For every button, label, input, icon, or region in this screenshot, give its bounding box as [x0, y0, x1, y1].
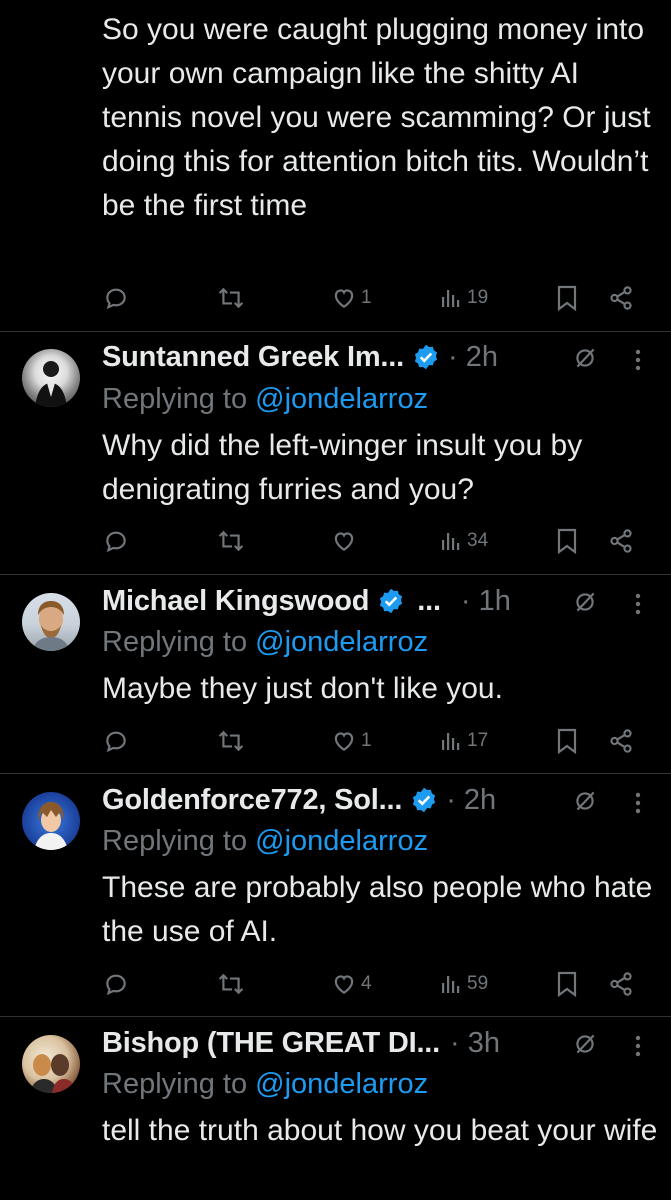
repost-button[interactable]: [216, 721, 250, 761]
display-name[interactable]: Michael Kingswood: [102, 585, 369, 618]
share-button[interactable]: [608, 721, 634, 761]
divider: [0, 574, 671, 575]
share-button[interactable]: [608, 521, 634, 561]
like-icon: [334, 289, 354, 308]
repost-icon: [218, 287, 244, 309]
repost-icon: [218, 730, 244, 752]
verified-badge-icon: [414, 344, 438, 370]
handle-link[interactable]: @jondelarroz: [255, 626, 428, 658]
divider: [0, 331, 671, 332]
verified-badge-icon: [380, 588, 403, 614]
like-icon: [334, 732, 354, 751]
avatar[interactable]: [22, 792, 80, 850]
grok-icon[interactable]: [572, 1031, 598, 1057]
views-icon: [442, 533, 460, 550]
like-button[interactable]: 1: [331, 721, 372, 761]
views-icon: [442, 733, 460, 750]
reply-icon: [106, 531, 126, 553]
more-icon[interactable]: [635, 348, 641, 372]
handle-link[interactable]: @jondelarroz: [255, 383, 428, 415]
views-icon: [442, 290, 460, 307]
share-icon: [610, 529, 632, 553]
tweet-actions: 4 59: [0, 964, 671, 1004]
reply-icon: [106, 731, 126, 753]
timestamp[interactable]: · 2h: [448, 341, 498, 374]
replying-to: Replying to @jondelarroz: [102, 383, 429, 415]
divider: [0, 773, 671, 774]
bookmark-button[interactable]: [556, 964, 578, 1004]
bookmark-button[interactable]: [556, 521, 578, 561]
tweet-text: Why did the left-winger insult you by de…: [102, 429, 583, 506]
divider: [0, 1016, 671, 1017]
views-button[interactable]: 59: [441, 964, 488, 1004]
like-icon: [334, 532, 354, 551]
avatar[interactable]: [22, 593, 80, 651]
more-icon[interactable]: [635, 1034, 641, 1058]
views-button[interactable]: 34: [441, 521, 488, 561]
bookmark-button[interactable]: [556, 278, 578, 318]
reply-button[interactable]: [103, 521, 133, 561]
bookmark-icon: [557, 728, 577, 754]
bookmark-icon: [557, 285, 577, 311]
reply-button[interactable]: [103, 721, 133, 761]
repost-button[interactable]: [216, 278, 250, 318]
name-overflow: ...: [417, 584, 441, 617]
like-icon: [334, 975, 354, 994]
handle-link[interactable]: @jondelarroz: [255, 1068, 428, 1100]
tweet-actions: 1 19: [0, 278, 671, 318]
repost-button[interactable]: [216, 521, 250, 561]
repost-icon: [218, 530, 244, 552]
tweet-text: tell the truth about how you beat your w…: [102, 1114, 658, 1147]
replying-to: Replying to @jondelarroz: [102, 825, 429, 857]
timestamp[interactable]: · 2h: [446, 784, 496, 817]
share-button[interactable]: [608, 964, 634, 1004]
share-icon: [610, 972, 632, 996]
like-button[interactable]: [331, 521, 361, 561]
share-icon: [610, 729, 632, 753]
tweet-text: These are probably also people who hate …: [102, 871, 653, 948]
bookmark-button[interactable]: [556, 721, 578, 761]
like-button[interactable]: 4: [331, 964, 372, 1004]
timestamp[interactable]: · 1h: [461, 585, 511, 618]
more-icon[interactable]: [635, 791, 641, 815]
tweet-actions: 1 17: [0, 721, 671, 761]
tweet-text: Maybe they just don't like you.: [102, 672, 503, 705]
replying-to: Replying to @jondelarroz: [102, 1068, 429, 1100]
display-name[interactable]: Bishop (THE GREAT DI...: [102, 1027, 440, 1060]
tweet-text: So you were caught plugging money into y…: [102, 13, 651, 222]
more-icon[interactable]: [635, 592, 641, 616]
reply-icon: [106, 974, 126, 996]
views-icon: [442, 976, 460, 993]
reply-button[interactable]: [103, 964, 133, 1004]
views-button[interactable]: 17: [441, 721, 488, 761]
like-button[interactable]: 1: [331, 278, 372, 318]
avatar[interactable]: [22, 349, 80, 407]
reply-icon: [106, 288, 126, 310]
timestamp[interactable]: · 3h: [450, 1027, 500, 1060]
avatar[interactable]: [22, 1035, 80, 1093]
views-button[interactable]: 19: [441, 278, 488, 318]
grok-icon[interactable]: [572, 345, 598, 371]
repost-icon: [218, 973, 244, 995]
reply-button[interactable]: [103, 278, 133, 318]
replying-to: Replying to @jondelarroz: [102, 626, 429, 658]
bookmark-icon: [557, 528, 577, 554]
tweet-actions: 34: [0, 521, 671, 561]
handle-link[interactable]: @jondelarroz: [255, 825, 428, 857]
share-button[interactable]: [608, 278, 634, 318]
display-name[interactable]: Suntanned Greek Im...: [102, 341, 404, 374]
display-name[interactable]: Goldenforce772, Sol...: [102, 784, 402, 817]
repost-button[interactable]: [216, 964, 250, 1004]
grok-icon[interactable]: [572, 589, 598, 615]
verified-badge-icon: [413, 787, 436, 813]
bookmark-icon: [557, 971, 577, 997]
grok-icon[interactable]: [572, 788, 598, 814]
share-icon: [610, 286, 632, 310]
